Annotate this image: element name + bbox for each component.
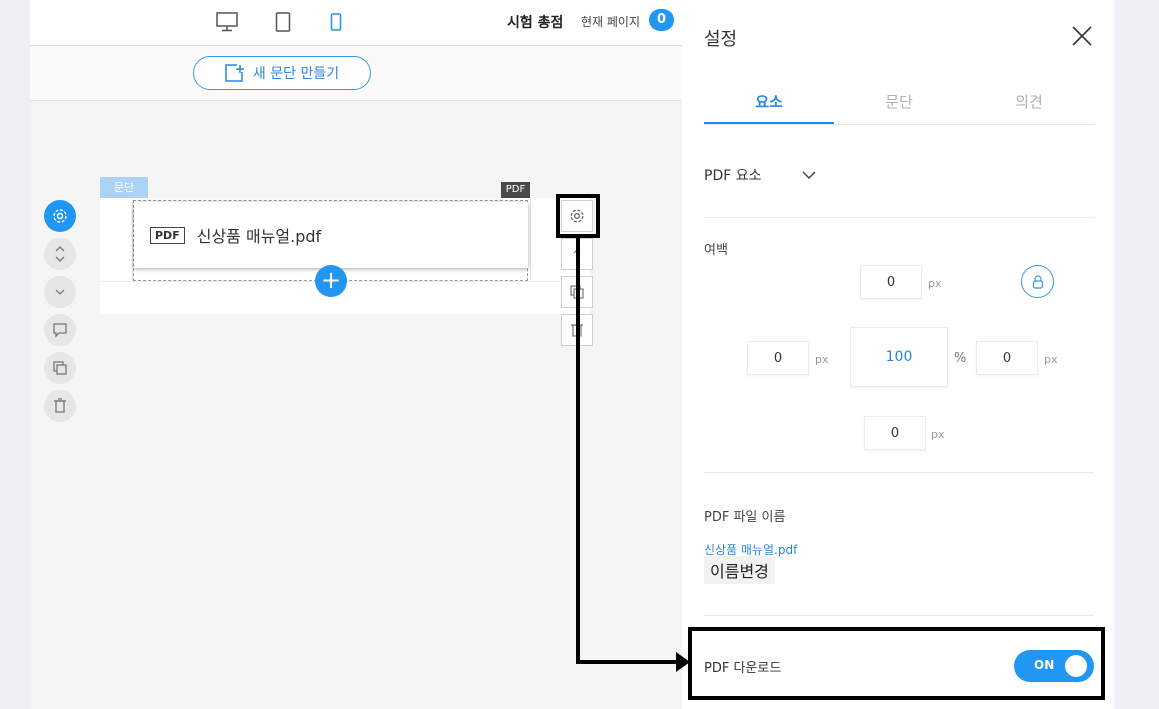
margin-bottom-input[interactable] bbox=[864, 416, 926, 450]
unit-px: px bbox=[815, 353, 829, 366]
add-element-button[interactable]: + bbox=[315, 265, 347, 297]
gear-icon bbox=[53, 209, 67, 223]
pdf-element-tag: PDF bbox=[501, 182, 530, 198]
pdf-filename: 신상품 매뉴얼.pdf bbox=[196, 227, 322, 246]
desktop-icon[interactable] bbox=[214, 9, 240, 35]
section-guide-right bbox=[530, 199, 531, 282]
pdf-file-name-label: PDF 파일 이름 bbox=[704, 510, 786, 525]
chevron-updown-icon bbox=[55, 246, 65, 262]
close-button[interactable] bbox=[1070, 24, 1094, 48]
move-down-button[interactable] bbox=[44, 276, 76, 308]
chevron-updown-icon bbox=[573, 249, 581, 254]
section-tag: 문단 bbox=[100, 177, 148, 198]
new-section-label: 새 문단 만들기 bbox=[252, 66, 340, 82]
unit-px: px bbox=[931, 428, 945, 441]
page-count-badge: 0 bbox=[649, 9, 674, 31]
copy-section-button[interactable] bbox=[44, 352, 76, 384]
margin-top-input[interactable] bbox=[860, 265, 922, 299]
rename-button[interactable]: 이름변경 bbox=[704, 556, 775, 584]
margin-right-input[interactable] bbox=[976, 341, 1038, 375]
exam-total-title: 시험 총점 bbox=[507, 15, 564, 31]
element-type-dropdown[interactable]: PDF 요소 bbox=[704, 165, 816, 185]
close-icon bbox=[1072, 26, 1092, 46]
tablet-icon[interactable] bbox=[270, 9, 296, 35]
settings-panel: 설정 요소 문단 의견 PDF 요소 여백 px px % px px PDF … bbox=[682, 0, 1114, 709]
tab-section[interactable]: 문단 bbox=[834, 80, 964, 124]
pdf-element[interactable]: PDF 신상품 매뉴얼.pdf bbox=[134, 202, 528, 268]
chevron-down-icon bbox=[55, 289, 65, 295]
trash-icon bbox=[54, 398, 66, 413]
current-page-label: 현재 페이지 bbox=[581, 15, 641, 29]
comment-icon bbox=[53, 323, 67, 338]
comment-button[interactable] bbox=[44, 314, 76, 346]
delete-section-button[interactable] bbox=[44, 390, 76, 422]
download-highlight-box bbox=[688, 627, 1105, 700]
element-type-label: PDF 요소 bbox=[704, 168, 762, 184]
width-percent-input[interactable] bbox=[850, 327, 948, 387]
unit-px: px bbox=[1044, 353, 1058, 366]
top-toolbar: 시험 총점 현재 페이지 0 bbox=[30, 0, 682, 46]
section-settings-button[interactable] bbox=[44, 200, 76, 232]
mobile-icon[interactable] bbox=[323, 9, 349, 35]
new-section-button[interactable]: 새 문단 만들기 bbox=[193, 56, 371, 90]
new-section-bar: 새 문단 만들기 bbox=[30, 47, 682, 101]
settings-tabs: 요소 문단 의견 bbox=[704, 80, 1094, 125]
unit-px: px bbox=[928, 277, 942, 290]
divider bbox=[704, 217, 1094, 218]
margin-label: 여백 bbox=[704, 243, 728, 258]
element-copy-button[interactable] bbox=[561, 276, 593, 308]
lock-ratio-button[interactable] bbox=[1021, 265, 1054, 298]
tab-opinion[interactable]: 의견 bbox=[964, 80, 1094, 124]
element-move-button[interactable] bbox=[561, 238, 593, 270]
margin-left-input[interactable] bbox=[747, 341, 809, 375]
pdf-badge: PDF bbox=[150, 226, 185, 244]
unit-percent: % bbox=[954, 351, 967, 366]
lock-icon bbox=[1032, 274, 1043, 289]
copy-icon bbox=[570, 285, 584, 299]
add-section-icon bbox=[225, 64, 244, 82]
gear-highlight-box bbox=[556, 194, 600, 238]
panel-title: 설정 bbox=[704, 29, 738, 50]
tab-element[interactable]: 요소 bbox=[704, 80, 834, 124]
move-updown-button[interactable] bbox=[44, 238, 76, 270]
copy-icon bbox=[53, 361, 67, 375]
element-delete-button[interactable] bbox=[561, 314, 593, 346]
editor-area: 시험 총점 현재 페이지 0 새 문단 만들기 문단 PDF PDF 신상품 매… bbox=[30, 0, 682, 709]
divider bbox=[704, 472, 1094, 473]
chevron-down-icon bbox=[801, 170, 816, 179]
trash-icon bbox=[571, 324, 583, 337]
divider bbox=[704, 615, 1094, 616]
